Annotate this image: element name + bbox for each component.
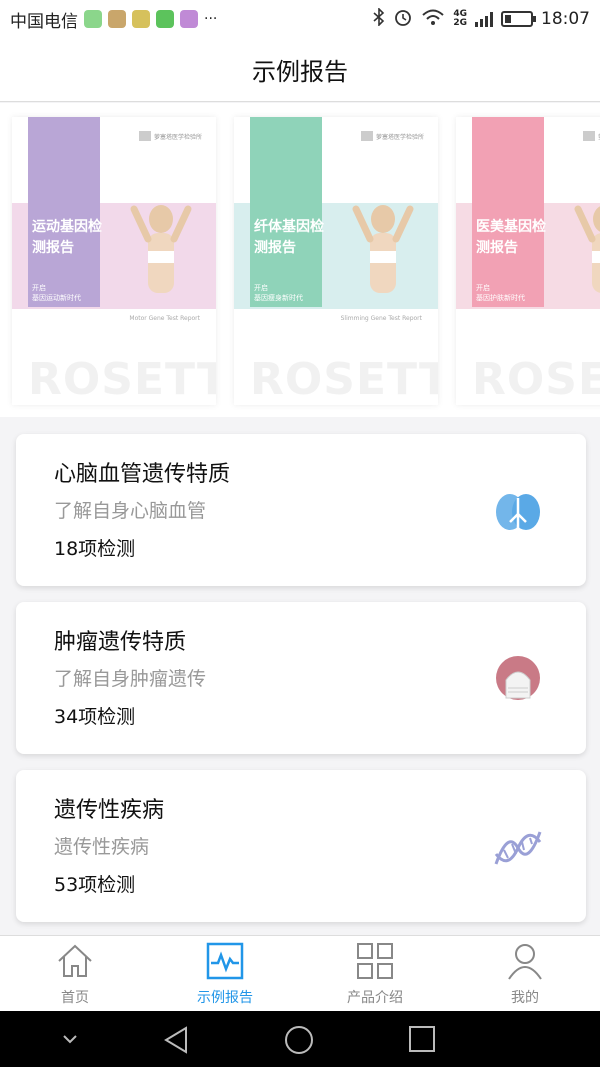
banner-card-title: 运动基因检测报告 [32,219,102,256]
banner-card-title: 纤体基因检测报告 [254,219,324,256]
recents-icon[interactable] [408,1025,436,1057]
app-notification-icon [84,10,102,28]
banner-card-subtitle: 开启 基因瘦身新时代 [254,284,303,302]
wechat-icon [156,10,174,28]
home-icon [55,941,95,985]
banner-card-subtitle: 开启 基因运动新时代 [32,284,81,302]
message-icon [132,10,150,28]
battery-icon [501,11,536,27]
brain-icon [490,484,546,540]
banner-brand: ROSETTA [28,354,216,405]
model-photo [574,205,600,293]
user-icon [505,941,545,985]
system-nav-bar [0,1011,600,1067]
banner-card[interactable]: 萝塞塔医学检验所运动基因检测报告开启 基因运动新时代 Motor Gene Test… [12,117,216,405]
nav-item-label: 我的 [511,989,539,1006]
report-card[interactable]: 心脑血管遗传特质 了解自身心脑血管 18项检测 [16,434,586,586]
nav-item[interactable]: 产品介绍 [300,936,450,1011]
alarm-icon [393,7,413,32]
banner-strip [28,117,100,307]
report-count: 53项检测 [54,874,136,896]
report-title: 肿瘤遗传特质 [54,630,187,655]
page-title: 示例报告 [252,58,348,86]
report-card[interactable]: 遗传性疾病 遗传性疾病 53项检测 [16,770,586,922]
banner-strip [250,117,322,307]
status-bar: 中国电信 ··· 4G 2G 18:07 [0,0,600,38]
back-icon[interactable] [162,1025,192,1059]
header: 示例报告 [0,38,600,102]
report-title: 心脑血管遗传特质 [54,462,231,487]
tumor-icon [490,652,546,708]
app-notification-icon [108,10,126,28]
banner-card[interactable]: 萝塞塔医学检验所纤体基因检测报告开启 基因瘦身新时代 Slimming Gene T… [234,117,438,405]
banner-card-subtitle: 开启 基因护肤新时代 [476,284,525,302]
report-count: 34项检测 [54,706,136,728]
wifi-icon [421,8,445,31]
report-subtitle: 了解自身肿瘤遗传 [54,668,207,690]
grid-icon [355,941,395,985]
banner-carousel[interactable]: 萝塞塔医学检验所运动基因检测报告开启 基因运动新时代 Motor Gene Test… [0,103,600,417]
bottom-nav: 首页 示例报告 产品介绍 我的 [0,935,600,1011]
more-notifications: ··· [204,11,218,27]
report-card[interactable]: 肿瘤遗传特质 了解自身肿瘤遗传 34项检测 [16,602,586,754]
signal-icon [475,11,493,27]
model-photo [130,205,192,293]
gallery-icon [180,10,198,28]
report-subtitle: 遗传性疾病 [54,836,150,858]
model-photo [352,205,414,293]
dna-icon [490,820,546,876]
home-nav-icon[interactable] [284,1025,314,1059]
bluetooth-icon [373,6,385,31]
banner-brand: ROSETTA [250,354,438,405]
nav-item-label: 示例报告 [197,989,253,1006]
nav-item-label: 产品介绍 [347,989,403,1006]
banner-logo: 萝塞塔医学检验所 [582,131,600,141]
banner-logo: 萝塞塔医学检验所 [360,131,424,141]
clock-label: 18:07 [541,9,590,29]
banner-brand: ROSETT [472,354,600,405]
report-icon [205,941,245,985]
report-count: 18项检测 [54,538,136,560]
banner-card-english: Slimming Gene Test Report [340,315,422,322]
banner-card-english: Motor Gene Test Report [129,315,200,322]
banner-strip [472,117,544,307]
nav-item[interactable]: 示例报告 [150,936,300,1011]
banner-card[interactable]: 萝塞塔医学检验所医美基因检测报告开启基因护肤新时代Beauty & SkinRO… [456,117,600,405]
report-title: 遗传性疾病 [54,798,165,823]
nav-item-label: 首页 [61,989,89,1006]
hide-nav-icon[interactable] [60,1029,80,1053]
network-type-label: 4G 2G [453,9,467,28]
banner-card-title: 医美基因检测报告 [476,219,546,256]
nav-item[interactable]: 首页 [0,936,150,1011]
carrier-label: 中国电信 [10,11,78,32]
banner-logo: 萝塞塔医学检验所 [138,131,202,141]
report-subtitle: 了解自身心脑血管 [54,500,207,522]
nav-item[interactable]: 我的 [450,936,600,1011]
